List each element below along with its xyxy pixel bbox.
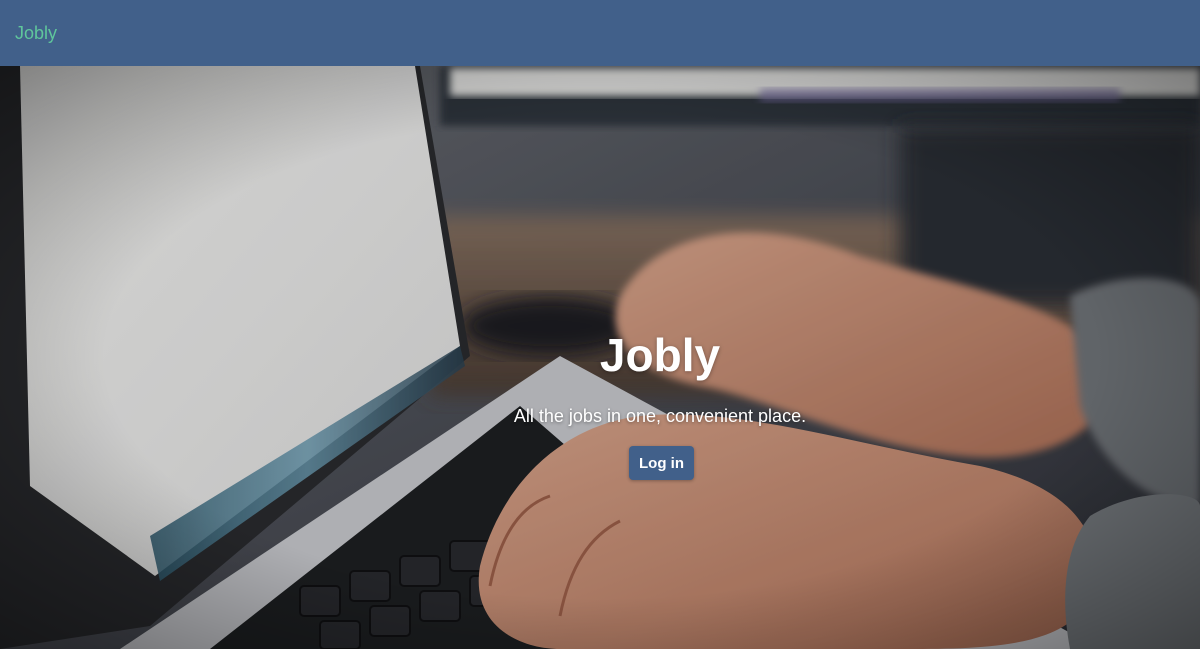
login-button[interactable]: Log in	[629, 446, 694, 480]
hero-subtitle: All the jobs in one, convenient place.	[513, 406, 807, 426]
top-navbar: Jobly	[0, 0, 1200, 66]
hero-title: Jobly	[599, 329, 721, 381]
brand-link[interactable]: Jobly	[15, 23, 57, 44]
hero-section: Jobly All the jobs in one, convenient pl…	[0, 66, 1200, 649]
